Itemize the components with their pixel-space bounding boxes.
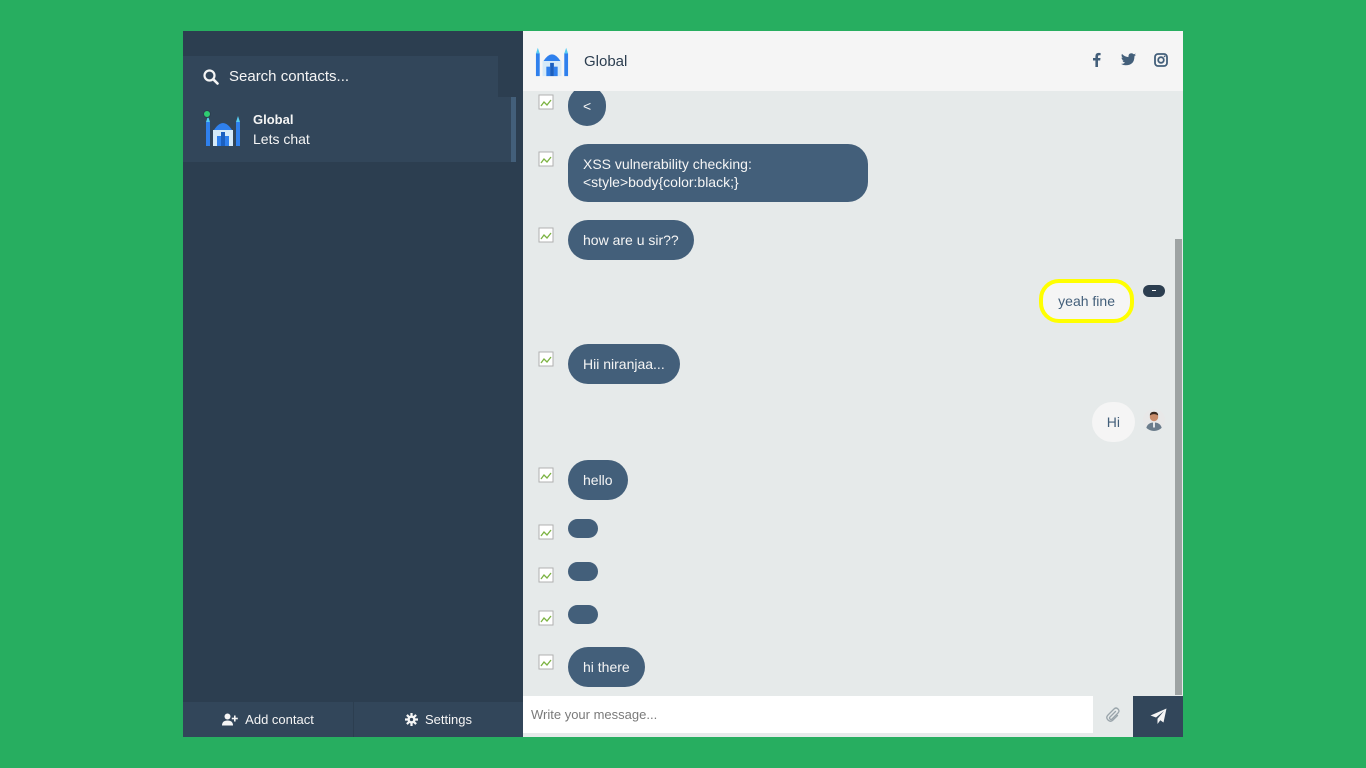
chat-panel: Global < XSS vulnerability checking: <st… bbox=[523, 31, 1183, 737]
message-composer bbox=[523, 696, 1183, 737]
contact-avatar bbox=[203, 109, 241, 148]
contact-preview: Lets chat bbox=[253, 131, 310, 147]
mosque-icon bbox=[206, 115, 240, 146]
broken-image-icon bbox=[538, 567, 554, 583]
social-links bbox=[1089, 52, 1168, 67]
paperclip-icon[interactable] bbox=[1093, 696, 1133, 733]
message-input[interactable] bbox=[523, 696, 1093, 733]
contact-list: Global Lets chat bbox=[183, 97, 516, 162]
add-contact-label: Add contact bbox=[245, 712, 314, 727]
online-status-dot bbox=[203, 109, 211, 118]
mosque-icon bbox=[535, 47, 569, 77]
search-input[interactable] bbox=[229, 68, 469, 85]
sidebar: Global Lets chat Add contact Settings bbox=[183, 31, 523, 737]
chat-app: Global Lets chat Add contact Settings bbox=[183, 31, 1183, 737]
empty-message-bubble bbox=[568, 605, 598, 624]
instagram-icon[interactable] bbox=[1153, 52, 1168, 67]
reply-bubble: Hi bbox=[1091, 402, 1135, 442]
scrollbar-thumb[interactable] bbox=[1175, 239, 1182, 695]
contact-meta: Global Lets chat bbox=[253, 112, 310, 147]
add-contact-button[interactable]: Add contact bbox=[183, 702, 353, 737]
person-avatar-icon bbox=[1143, 409, 1165, 431]
user-avatar bbox=[1143, 409, 1165, 431]
message-bubble: < bbox=[568, 91, 607, 126]
paper-plane-icon bbox=[1150, 708, 1166, 724]
send-button[interactable] bbox=[1133, 696, 1183, 737]
sidebar-bottom-bar: Add contact Settings bbox=[183, 702, 523, 737]
broken-image-icon bbox=[538, 467, 554, 483]
message-bubble: how are u sir?? bbox=[568, 220, 694, 260]
message-text: XSS vulnerability checking: bbox=[583, 156, 752, 172]
message-bubble: hi there bbox=[568, 647, 645, 687]
reply-avatar bbox=[1143, 285, 1165, 297]
chat-title: Global bbox=[584, 52, 628, 70]
settings-label: Settings bbox=[425, 712, 472, 727]
broken-image-icon bbox=[538, 351, 554, 367]
empty-message-bubble bbox=[568, 562, 598, 581]
broken-image-icon bbox=[538, 654, 554, 670]
user-plus-icon bbox=[222, 713, 238, 726]
empty-message-bubble bbox=[568, 519, 598, 538]
message-bubble: XSS vulnerability checking: <style>body{… bbox=[568, 144, 868, 202]
broken-image-icon bbox=[538, 227, 554, 243]
reply-bubble-highlighted: yeah fine bbox=[1039, 279, 1134, 323]
settings-button[interactable]: Settings bbox=[353, 702, 523, 737]
gear-icon bbox=[405, 713, 418, 726]
search-bar bbox=[183, 56, 523, 97]
message-bubble: hello bbox=[568, 460, 628, 500]
search-divider bbox=[498, 56, 523, 97]
message-text: <style>body{color:black;} bbox=[583, 174, 739, 190]
twitter-icon[interactable] bbox=[1121, 52, 1136, 67]
broken-image-icon bbox=[538, 610, 554, 626]
broken-image-icon bbox=[538, 524, 554, 540]
chat-header: Global bbox=[523, 31, 1183, 91]
contact-name: Global bbox=[253, 112, 294, 127]
avatar-placeholder-mark bbox=[1152, 290, 1156, 291]
search-icon bbox=[203, 68, 219, 85]
facebook-icon[interactable] bbox=[1089, 52, 1104, 67]
message-bubble: Hii niranjaa... bbox=[568, 344, 680, 384]
message-list: < XSS vulnerability checking: <style>bod… bbox=[523, 91, 1183, 695]
broken-image-icon bbox=[538, 94, 554, 110]
broken-image-icon bbox=[538, 151, 554, 167]
contact-item-global[interactable]: Global Lets chat bbox=[183, 97, 516, 162]
sidebar-header bbox=[183, 31, 523, 56]
